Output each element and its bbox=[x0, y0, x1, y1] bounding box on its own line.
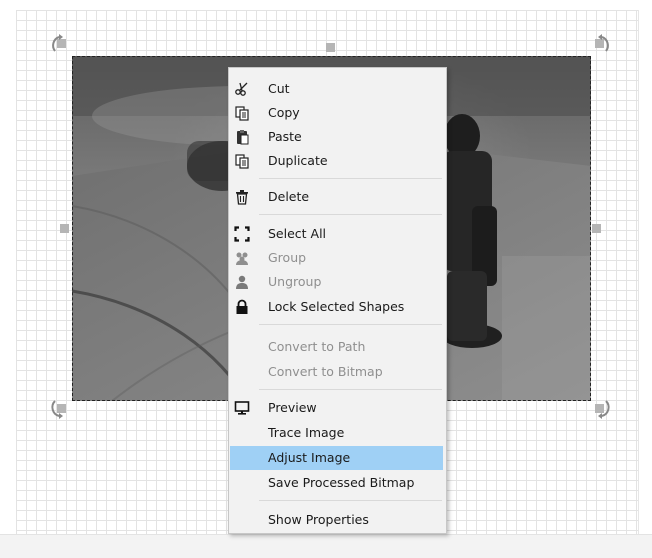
menu-item-convert-to-bitmap[interactable]: Convert to Bitmap bbox=[229, 360, 446, 384]
group-icon bbox=[236, 252, 248, 265]
menu-item-label: Select All bbox=[268, 226, 327, 241]
menu-item-cut[interactable]: Cut bbox=[229, 77, 446, 101]
menu-item-label: Lock Selected Shapes bbox=[268, 299, 405, 314]
menu-item-preview[interactable]: Preview bbox=[229, 396, 446, 420]
menu-item-ungroup[interactable]: Ungroup bbox=[229, 270, 446, 294]
menu-item-label: Save Processed Bitmap bbox=[268, 475, 415, 490]
menu-item-delete[interactable]: Delete bbox=[229, 185, 446, 209]
trash-icon bbox=[236, 190, 248, 205]
resize-handle-top[interactable] bbox=[326, 43, 335, 52]
monitor-icon bbox=[234, 401, 250, 415]
resize-handle-left[interactable] bbox=[60, 224, 69, 233]
menu-item-duplicate[interactable]: Duplicate bbox=[229, 149, 446, 173]
ungroup-icon bbox=[236, 275, 248, 289]
duplicate-icon bbox=[235, 154, 249, 169]
select-all-icon bbox=[234, 226, 250, 242]
menu-separator bbox=[259, 178, 442, 179]
menu-item-label: Ungroup bbox=[268, 274, 322, 289]
menu-item-copy[interactable]: Copy bbox=[229, 101, 446, 125]
menu-item-label: Paste bbox=[268, 129, 302, 144]
menu-item-label: Convert to Bitmap bbox=[268, 364, 383, 379]
menu-separator bbox=[259, 389, 442, 390]
rotate-handle-bottom-right-icon[interactable] bbox=[589, 398, 611, 420]
menu-item-label: Preview bbox=[268, 400, 317, 415]
menu-item-label: Duplicate bbox=[268, 153, 328, 168]
menu-separator bbox=[259, 500, 442, 501]
status-bar bbox=[0, 534, 652, 558]
menu-item-trace-image[interactable]: Trace Image bbox=[229, 421, 446, 445]
menu-item-label: Adjust Image bbox=[268, 450, 351, 465]
lock-icon bbox=[236, 299, 248, 314]
menu-item-label: Copy bbox=[268, 105, 300, 120]
resize-handle-right[interactable] bbox=[592, 224, 601, 233]
context-menu: Cut Copy Paste Duplicate Delete Select A… bbox=[228, 67, 447, 534]
menu-item-paste[interactable]: Paste bbox=[229, 125, 446, 149]
menu-item-group[interactable]: Group bbox=[229, 246, 446, 270]
menu-item-label: Group bbox=[268, 250, 307, 265]
rotate-handle-top-left-icon[interactable] bbox=[50, 33, 72, 55]
menu-item-convert-to-path[interactable]: Convert to Path bbox=[229, 335, 446, 359]
menu-item-label: Delete bbox=[268, 189, 310, 204]
scissors-icon bbox=[235, 82, 248, 96]
menu-item-save-processed-bitmap[interactable]: Save Processed Bitmap bbox=[229, 471, 446, 495]
copy-icon bbox=[235, 106, 249, 121]
menu-item-select-all[interactable]: Select All bbox=[229, 222, 446, 246]
paste-icon bbox=[237, 130, 249, 145]
menu-separator bbox=[259, 324, 442, 325]
menu-item-adjust-image[interactable]: Adjust Image bbox=[230, 446, 443, 470]
menu-item-label: Convert to Path bbox=[268, 339, 366, 354]
menu-item-label: Cut bbox=[268, 81, 290, 96]
menu-item-lock-selected-shapes[interactable]: Lock Selected Shapes bbox=[229, 295, 446, 319]
menu-separator bbox=[259, 214, 442, 215]
rotate-handle-top-right-icon[interactable] bbox=[589, 33, 611, 55]
menu-item-label: Trace Image bbox=[268, 425, 345, 440]
rotate-handle-bottom-left-icon[interactable] bbox=[50, 398, 72, 420]
menu-item-show-properties[interactable]: Show Properties bbox=[229, 508, 446, 532]
menu-item-label: Show Properties bbox=[268, 512, 369, 527]
